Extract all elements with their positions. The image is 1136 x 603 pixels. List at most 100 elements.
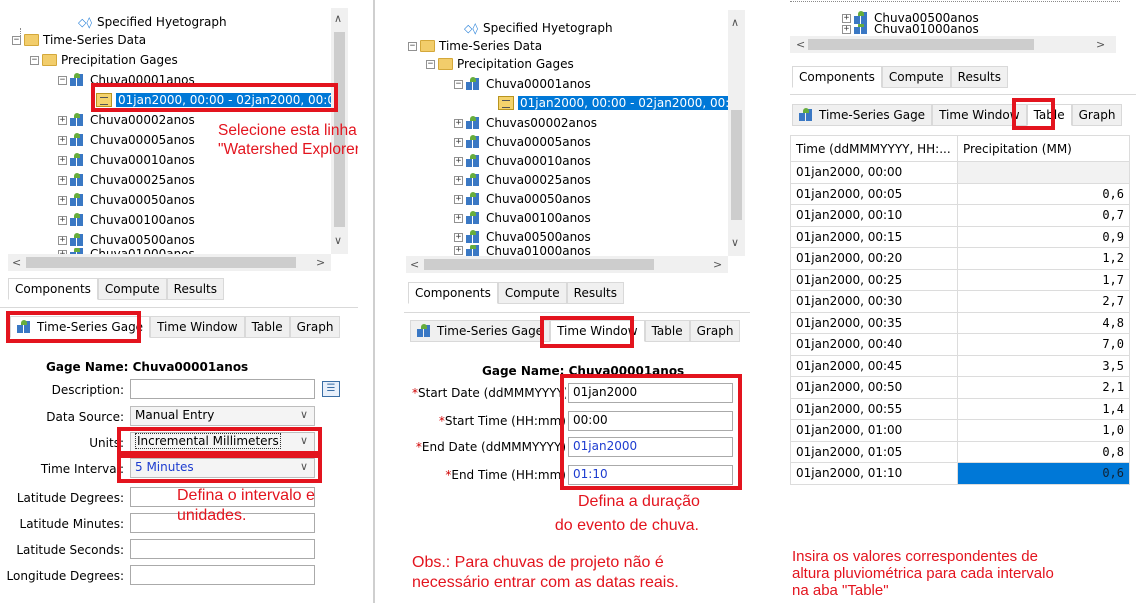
- expand-icon[interactable]: +: [454, 246, 463, 255]
- tree-item-gage[interactable]: + Chuva00005anos: [58, 130, 195, 150]
- expand-icon[interactable]: +: [454, 118, 463, 128]
- expand-icon[interactable]: +: [454, 137, 463, 147]
- tab-results[interactable]: Results: [566, 282, 624, 304]
- tab-graph[interactable]: Graph: [289, 316, 341, 338]
- scroll-up-icon[interactable]: ∧: [731, 16, 739, 29]
- precipitation-cell[interactable]: 0,8: [956, 440, 1131, 463]
- precipitation-cell[interactable]: 1,0: [956, 419, 1131, 442]
- tree-vertical-scrollbar[interactable]: ∧ ∨: [728, 10, 745, 256]
- collapse-icon[interactable]: −: [454, 79, 463, 89]
- time-cell[interactable]: 01jan2000, 00:30: [790, 290, 958, 313]
- tree-item-gage[interactable]: + Chuva00005anos: [454, 132, 591, 152]
- latitude-seconds-field[interactable]: [130, 539, 315, 559]
- precipitation-cell[interactable]: 1,7: [956, 268, 1131, 291]
- collapse-icon[interactable]: −: [408, 41, 417, 51]
- column-header-precipitation[interactable]: Precipitation (MM): [956, 135, 1131, 162]
- time-cell[interactable]: 01jan2000, 01:00: [790, 419, 958, 442]
- tree-item-gage[interactable]: + Chuva00002anos: [58, 110, 195, 130]
- collapse-icon[interactable]: −: [426, 59, 435, 69]
- longitude-degrees-field[interactable]: [130, 565, 315, 585]
- scroll-down-icon[interactable]: ∨: [334, 234, 342, 247]
- time-cell[interactable]: 01jan2000, 01:05: [790, 440, 958, 463]
- time-cell[interactable]: 01jan2000, 01:10: [790, 462, 958, 485]
- tree-item-gage[interactable]: + Chuva00025anos: [454, 170, 591, 190]
- expand-icon[interactable]: +: [58, 235, 67, 245]
- tree-horizontal-scrollbar[interactable]: < >: [406, 256, 728, 273]
- time-cell[interactable]: 01jan2000, 00:50: [790, 376, 958, 399]
- precipitation-cell-selected[interactable]: 0,6: [956, 462, 1131, 485]
- scroll-down-icon[interactable]: ∨: [731, 236, 739, 249]
- precipitation-cell[interactable]: 1,2: [956, 247, 1131, 270]
- tab-time-window[interactable]: Time Window: [150, 316, 245, 338]
- description-field[interactable]: [130, 379, 315, 399]
- tab-components[interactable]: Components: [8, 278, 98, 300]
- tree-item-precip-gages[interactable]: − Precipitation Gages: [30, 50, 178, 70]
- tab-components[interactable]: Components: [408, 282, 498, 304]
- time-cell[interactable]: 01jan2000, 00:00: [790, 161, 958, 184]
- tab-time-series-gage[interactable]: Time-Series Gage: [410, 320, 551, 342]
- expand-icon[interactable]: +: [454, 156, 463, 166]
- precipitation-cell[interactable]: 0,6: [956, 182, 1131, 205]
- time-cell[interactable]: 01jan2000, 00:35: [790, 311, 958, 334]
- time-cell[interactable]: 01jan2000, 00:55: [790, 397, 958, 420]
- collapse-icon[interactable]: −: [12, 35, 21, 45]
- expand-icon[interactable]: +: [58, 155, 67, 165]
- tab-table[interactable]: Table: [644, 320, 690, 342]
- tree-horizontal-scrollbar[interactable]: < >: [790, 36, 1116, 53]
- expand-icon[interactable]: +: [58, 215, 67, 225]
- tree-item-gage[interactable]: + Chuva00050anos: [454, 189, 591, 209]
- time-cell[interactable]: 01jan2000, 00:25: [790, 268, 958, 291]
- tree-item-gage[interactable]: + Chuva00025anos: [58, 170, 195, 190]
- precipitation-cell[interactable]: 0,7: [956, 204, 1131, 227]
- tree-item-gage[interactable]: + Chuva00010anos: [58, 150, 195, 170]
- scroll-right-icon[interactable]: >: [1096, 38, 1105, 51]
- expand-icon[interactable]: +: [454, 213, 463, 223]
- scroll-right-icon[interactable]: >: [713, 258, 722, 271]
- tab-graph[interactable]: Graph: [689, 320, 741, 342]
- column-header-time[interactable]: Time (ddMMMYYYY, HH:...: [790, 135, 958, 162]
- tree-item-gage[interactable]: +Chuva01000anos: [842, 24, 979, 34]
- expand-icon[interactable]: +: [58, 175, 67, 185]
- tree-item-gage-selected[interactable]: − Chuva00001anos: [454, 74, 591, 94]
- precipitation-cell[interactable]: 1,4: [956, 397, 1131, 420]
- scroll-up-icon[interactable]: ∧: [334, 12, 342, 25]
- data-source-select[interactable]: Manual Entry ∨: [130, 406, 315, 426]
- scroll-thumb[interactable]: [731, 110, 742, 220]
- expand-icon[interactable]: +: [58, 195, 67, 205]
- tab-results[interactable]: Results: [950, 66, 1008, 88]
- scroll-left-icon[interactable]: <: [796, 38, 805, 51]
- tree-item-gage[interactable]: + Chuva00500anos: [454, 227, 591, 247]
- tab-components[interactable]: Components: [792, 66, 882, 88]
- expand-icon[interactable]: +: [58, 115, 67, 125]
- time-cell[interactable]: 01jan2000, 00:15: [790, 225, 958, 248]
- scroll-thumb[interactable]: [26, 257, 296, 268]
- tree-item-hyetograph[interactable]: ◇◊ Specified Hyetograph: [464, 18, 613, 38]
- tree-item-gage[interactable]: + Chuva00100anos: [58, 210, 195, 230]
- precipitation-cell[interactable]: 4,8: [956, 311, 1131, 334]
- tree-horizontal-scrollbar[interactable]: < >: [8, 254, 331, 271]
- tab-table[interactable]: Table: [244, 316, 290, 338]
- tab-compute[interactable]: Compute: [881, 66, 951, 88]
- precipitation-cell[interactable]: 2,7: [956, 290, 1131, 313]
- tree-item-gage[interactable]: + Chuva00100anos: [454, 208, 591, 228]
- precipitation-cell[interactable]: 0,9: [956, 225, 1131, 248]
- expand-icon[interactable]: +: [454, 232, 463, 242]
- tree-item-ts-data[interactable]: − Time-Series Data: [12, 30, 146, 50]
- tree-item-ts-data[interactable]: − Time-Series Data: [408, 36, 542, 56]
- precipitation-cell[interactable]: 2,1: [956, 376, 1131, 399]
- tree-item-gage[interactable]: +Chuva01000anos: [454, 245, 591, 256]
- precipitation-cell[interactable]: 7,0: [956, 333, 1131, 356]
- expand-icon[interactable]: +: [842, 24, 851, 34]
- time-cell[interactable]: 01jan2000, 00:05: [790, 182, 958, 205]
- time-cell[interactable]: 01jan2000, 00:20: [790, 247, 958, 270]
- expand-icon[interactable]: +: [454, 175, 463, 185]
- tab-time-series-gage[interactable]: Time-Series Gage: [792, 104, 933, 126]
- expand-icon[interactable]: +: [58, 135, 67, 145]
- tree-item-gage[interactable]: + Chuva00050anos: [58, 190, 195, 210]
- tree-item-gage[interactable]: + Chuva00010anos: [454, 151, 591, 171]
- scroll-left-icon[interactable]: <: [410, 258, 419, 271]
- precipitation-cell[interactable]: [956, 161, 1131, 184]
- collapse-icon[interactable]: −: [30, 55, 39, 65]
- tree-item-precip-gages[interactable]: − Precipitation Gages: [426, 54, 574, 74]
- time-cell[interactable]: 01jan2000, 00:10: [790, 204, 958, 227]
